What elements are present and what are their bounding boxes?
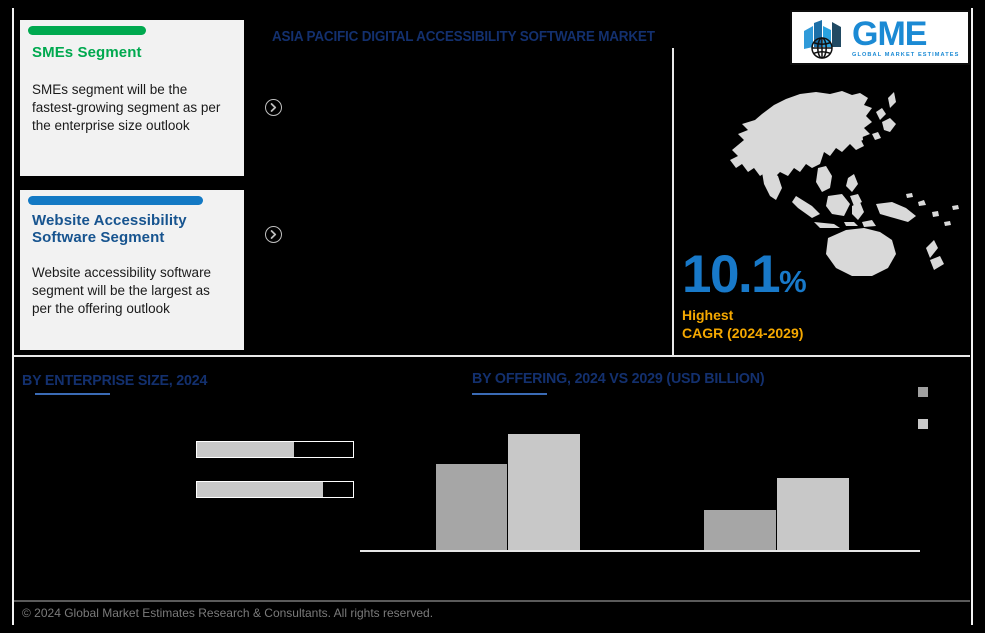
frame-border-left [12,8,14,625]
card-title: SMEs Segment [32,44,142,61]
card-accent-bar [28,26,146,35]
bar-2024-2 [704,510,777,552]
bar-2029-1 [508,434,581,552]
bar-2024-1 [435,464,508,552]
chevron-right-circle-icon[interactable] [265,99,282,116]
card-title: Website Accessibility Software Segment [32,212,187,246]
section-rule [35,393,110,395]
cagr-label-line2: CAGR (2024-2029) [682,325,804,341]
insight-card-website-accessibility: Website Accessibility Software Segment W… [20,190,244,350]
insight-card-smes: SMEs Segment SMEs segment will be the fa… [20,20,244,176]
section-heading-enterprise-size: BY ENTERPRISE SIZE, 2024 [22,372,208,389]
globe-building-icon [800,17,848,59]
chevron-right-circle-icon[interactable] [265,226,282,243]
infographic-page: SMEs Segment SMEs segment will be the fa… [0,0,985,633]
cagr-percent-symbol: % [779,264,807,299]
page-title: ASIA PACIFIC DIGITAL ACCESSIBILITY SOFTW… [272,29,655,45]
card-body: Website accessibility software segment w… [32,265,212,316]
logo-wordmark: GME [852,14,927,53]
bar-segment-a [197,442,294,457]
cagr-number: 10.1 [682,245,781,304]
chart-axis-line [360,550,920,552]
legend-swatch-2029 [918,419,928,429]
legend-swatch-2024 [918,387,928,397]
vertical-divider [672,48,674,355]
enterprise-size-bar-2 [196,481,354,498]
horizontal-divider [14,355,970,357]
card-body: SMEs segment will be the fastest-growing… [32,82,221,133]
bar-segment-a [197,482,324,497]
cagr-value: 10.1% [682,245,807,304]
logo-tagline: GLOBAL MARKET ESTIMATES [852,51,960,58]
card-accent-bar [28,196,203,205]
copyright-text: © 2024 Global Market Estimates Research … [22,606,434,620]
bar-2029-2 [777,478,849,552]
section-rule [472,393,547,395]
cagr-label-line1: Highest [682,307,734,323]
bar-segment-b [293,442,353,457]
offering-bar-chart [360,420,920,552]
enterprise-size-bar-1 [196,441,354,458]
footer-divider [14,600,970,602]
gme-logo[interactable]: GME GLOBAL MARKET ESTIMATES [790,10,970,65]
section-heading-by-offering: BY OFFERING, 2024 VS 2029 (USD BILLION) [472,370,765,387]
bar-segment-b [323,482,353,497]
cagr-label: Highest CAGR (2024-2029) [682,306,803,342]
